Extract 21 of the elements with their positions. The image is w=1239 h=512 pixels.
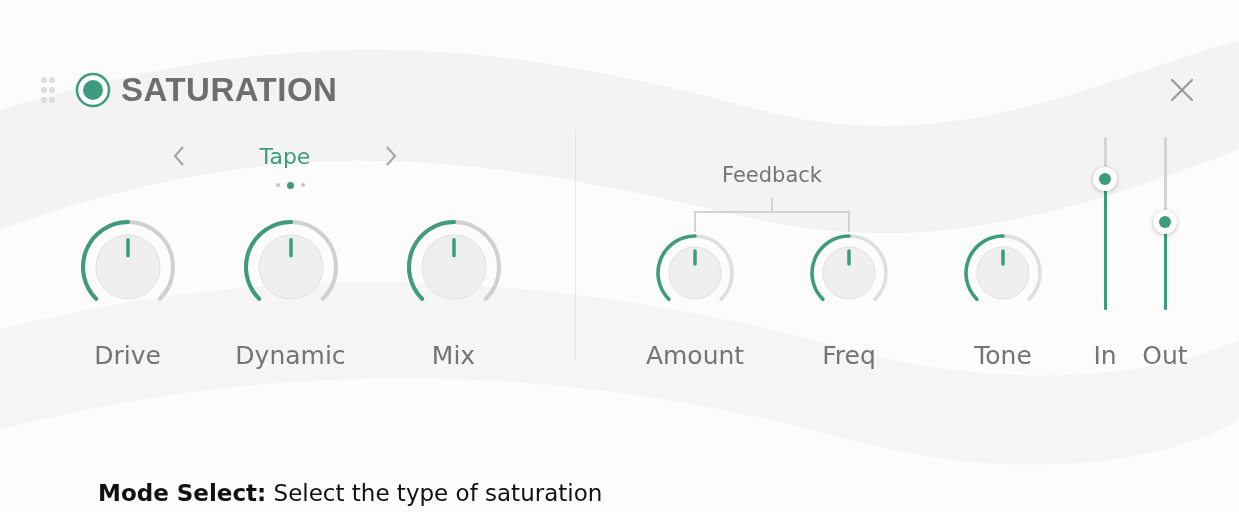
knob-label: Mix [431,340,476,372]
knob-label: Dynamic [235,340,346,372]
page-dot[interactable] [287,181,294,189]
group-label: Feedback [722,162,822,188]
fader-label: Out [1142,340,1188,372]
fader-label: In [1093,340,1117,372]
caption-text: Mode Select: Select the type of saturation [98,480,603,506]
page-dot[interactable] [301,183,305,187]
fader-thumb[interactable] [1153,209,1177,234]
panel-title: SATURATION [121,71,338,109]
knob-label: Amount [645,340,745,372]
knob-label: Drive [94,340,161,372]
close-icon[interactable] [1170,78,1194,102]
page-dot[interactable] [276,183,280,187]
drag-handle-icon[interactable] [41,77,55,103]
next-chevron-icon[interactable] [384,145,398,167]
previous-chevron-icon[interactable] [172,145,186,167]
mode-selector[interactable]: Tape [259,143,311,169]
power-toggle[interactable] [75,72,111,108]
knob-label: Freq [822,340,876,372]
knob-label: Tone [974,340,1032,372]
